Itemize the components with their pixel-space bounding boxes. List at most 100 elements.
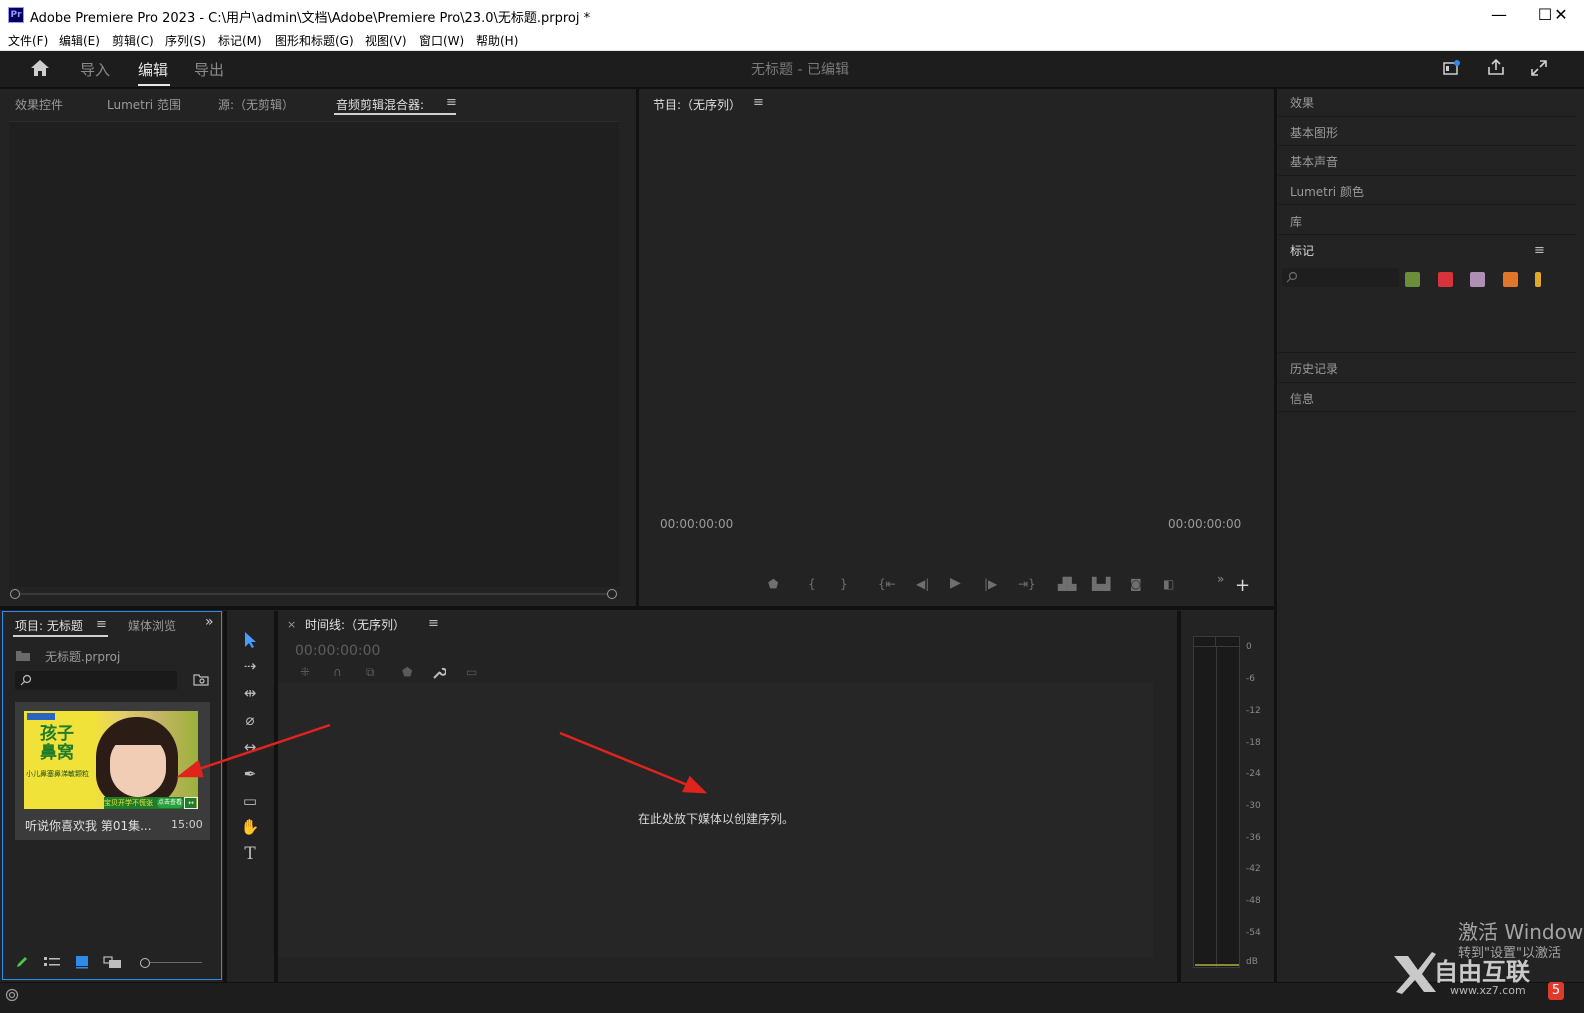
freeform-view-icon[interactable]: [103, 955, 123, 969]
menu-graphics[interactable]: 图形和标题(G): [275, 32, 354, 49]
comparison-view-icon[interactable]: ◧: [1163, 577, 1174, 591]
play-icon[interactable]: ▶: [950, 575, 961, 591]
hand-tool-icon[interactable]: ✋: [238, 815, 262, 839]
program-monitor-title[interactable]: 节目:（无序列）: [653, 96, 741, 113]
fullscreen-icon[interactable]: [1530, 59, 1548, 77]
thumb-banner-text: 宝贝开学不慌张: [104, 799, 153, 807]
scroll-handle-right[interactable]: [607, 589, 617, 599]
linked-selection-icon[interactable]: ⧉: [366, 665, 375, 680]
timeline-timecode[interactable]: 00:00:00:00: [295, 643, 380, 659]
nest-sequence-icon[interactable]: ⁜: [300, 665, 310, 679]
menu-view[interactable]: 视图(V): [365, 32, 407, 49]
panel-menu-icon[interactable]: ≡: [446, 95, 457, 110]
marker-color-orange[interactable]: [1503, 272, 1518, 287]
project-search-field[interactable]: [15, 671, 177, 690]
scroll-handle-left[interactable]: [10, 589, 20, 599]
markers-menu-icon[interactable]: ≡: [1534, 243, 1545, 258]
write-protect-pencil-icon[interactable]: [15, 955, 29, 969]
zoom-slider-handle[interactable]: [140, 958, 150, 968]
marker-color-purple[interactable]: [1470, 272, 1485, 287]
razor-tool-icon[interactable]: ⌀: [238, 708, 262, 732]
type-tool-icon[interactable]: T: [238, 842, 262, 866]
tab-project[interactable]: 项目: 无标题: [15, 617, 83, 634]
go-to-in-icon[interactable]: {⇤: [878, 577, 896, 591]
share-icon[interactable]: [1487, 58, 1505, 76]
add-marker-icon[interactable]: ⬟: [768, 577, 778, 591]
selection-tool-icon[interactable]: [242, 631, 258, 649]
clip-duration: 15:00: [171, 818, 203, 831]
clip-card[interactable]: 孩子 鼻窝 小儿鼻塞鼻涕敏颗粒 宝贝开学不慌张 点击查看 ↔ 听说你喜欢我 第0…: [15, 702, 210, 840]
tab-audio-clip-mixer[interactable]: 音频剪辑混合器:: [336, 96, 424, 113]
panel-essential-graphics[interactable]: 基本图形: [1290, 124, 1338, 141]
find-icon[interactable]: [193, 673, 209, 687]
tab-lumetri-scopes[interactable]: Lumetri 范围: [107, 96, 181, 113]
step-back-icon[interactable]: ◀|: [916, 577, 929, 591]
captions-icon[interactable]: ▭: [466, 665, 477, 679]
panel-lumetri-color[interactable]: Lumetri 颜色: [1290, 183, 1364, 200]
panel-overflow-icon[interactable]: »: [205, 614, 214, 630]
tab-import[interactable]: 导入: [80, 59, 110, 80]
source-panel: 效果控件 Lumetri 范围 源:（无剪辑） 音频剪辑混合器: ≡: [3, 89, 635, 605]
menu-markers[interactable]: 标记(M): [218, 32, 262, 49]
pen-tool-icon[interactable]: ✒: [238, 762, 262, 786]
clip-thumbnail[interactable]: 孩子 鼻窝 小儿鼻塞鼻涕敏颗粒 宝贝开学不慌张 点击查看 ↔: [24, 711, 198, 809]
panel-menu-icon[interactable]: ≡: [96, 617, 107, 632]
wrench-icon[interactable]: [432, 666, 446, 680]
separator: [1278, 145, 1576, 146]
more-controls-icon[interactable]: »: [1217, 572, 1224, 586]
panel-libraries[interactable]: 库: [1290, 213, 1302, 230]
slip-tool-icon[interactable]: ↔: [238, 735, 262, 759]
icon-view-icon[interactable]: [75, 955, 89, 969]
mark-in-icon[interactable]: {: [808, 577, 816, 591]
ripple-edit-tool-icon[interactable]: ⇹: [238, 681, 262, 705]
menu-help[interactable]: 帮助(H): [476, 32, 518, 49]
marker-color-yellow[interactable]: [1535, 272, 1541, 287]
tab-edit[interactable]: 编辑: [138, 59, 168, 80]
menu-window[interactable]: 窗口(W): [419, 32, 464, 49]
step-forward-icon[interactable]: |▶: [984, 577, 997, 591]
menu-file[interactable]: 文件(F): [8, 32, 48, 49]
panel-essential-sound[interactable]: 基本声音: [1290, 153, 1338, 170]
markers-search-field[interactable]: [1282, 268, 1399, 287]
close-button[interactable]: ✕: [1538, 0, 1584, 30]
home-icon[interactable]: [30, 59, 50, 77]
lift-icon[interactable]: ▟▙: [1058, 577, 1076, 591]
background-tasks-icon[interactable]: [5, 988, 19, 1002]
tab-source[interactable]: 源:（无剪辑）: [218, 96, 294, 113]
program-timecode-current[interactable]: 00:00:00:00: [660, 517, 733, 531]
zoom-slider-track[interactable]: [150, 962, 202, 963]
panel-menu-icon[interactable]: ≡: [428, 616, 439, 631]
separator: [1278, 234, 1576, 235]
button-editor-add-icon[interactable]: +: [1235, 577, 1250, 595]
tab-export[interactable]: 导出: [194, 59, 224, 80]
track-select-tool-icon[interactable]: ⇢: [238, 654, 262, 678]
mark-out-icon[interactable]: }: [840, 577, 848, 591]
tab-media-browser[interactable]: 媒体浏览: [128, 617, 176, 634]
menu-clip[interactable]: 剪辑(C): [112, 32, 154, 49]
timeline-title[interactable]: 时间线:（无序列）: [305, 616, 405, 633]
tab-effect-controls[interactable]: 效果控件: [15, 96, 63, 113]
menu-sequence[interactable]: 序列(S): [165, 32, 206, 49]
go-to-out-icon[interactable]: ⇥}: [1018, 577, 1036, 591]
panel-history[interactable]: 历史记录: [1290, 360, 1338, 377]
marker-color-green[interactable]: [1405, 272, 1420, 287]
rectangle-tool-icon[interactable]: ▭: [238, 789, 262, 813]
list-view-icon[interactable]: [43, 955, 61, 969]
panel-info[interactable]: 信息: [1290, 390, 1314, 407]
panel-markers[interactable]: 标记: [1290, 242, 1314, 259]
extract-icon[interactable]: ▙▟: [1092, 577, 1110, 591]
close-tab-icon[interactable]: ×: [287, 618, 296, 631]
export-frame-icon[interactable]: ◙: [1130, 577, 1142, 591]
meter-label: -6: [1246, 674, 1255, 684]
zoom-scrollbar[interactable]: [15, 593, 611, 595]
snap-icon[interactable]: ∩: [333, 665, 342, 679]
audio-meter: [1193, 636, 1240, 968]
menu-edit[interactable]: 编辑(E): [59, 32, 100, 49]
panel-menu-icon[interactable]: ≡: [753, 95, 764, 110]
quick-export-icon[interactable]: [1443, 60, 1461, 76]
program-timecode-duration: 00:00:00:00: [1168, 517, 1242, 531]
project-panel: 项目: 无标题 ≡ 媒体浏览 » 无标题.prproj 孩子 鼻窝 小儿鼻塞鼻涕…: [2, 611, 222, 980]
add-marker-icon[interactable]: ⬟: [402, 665, 412, 679]
marker-color-red[interactable]: [1438, 272, 1453, 287]
panel-effects[interactable]: 效果: [1290, 94, 1314, 111]
